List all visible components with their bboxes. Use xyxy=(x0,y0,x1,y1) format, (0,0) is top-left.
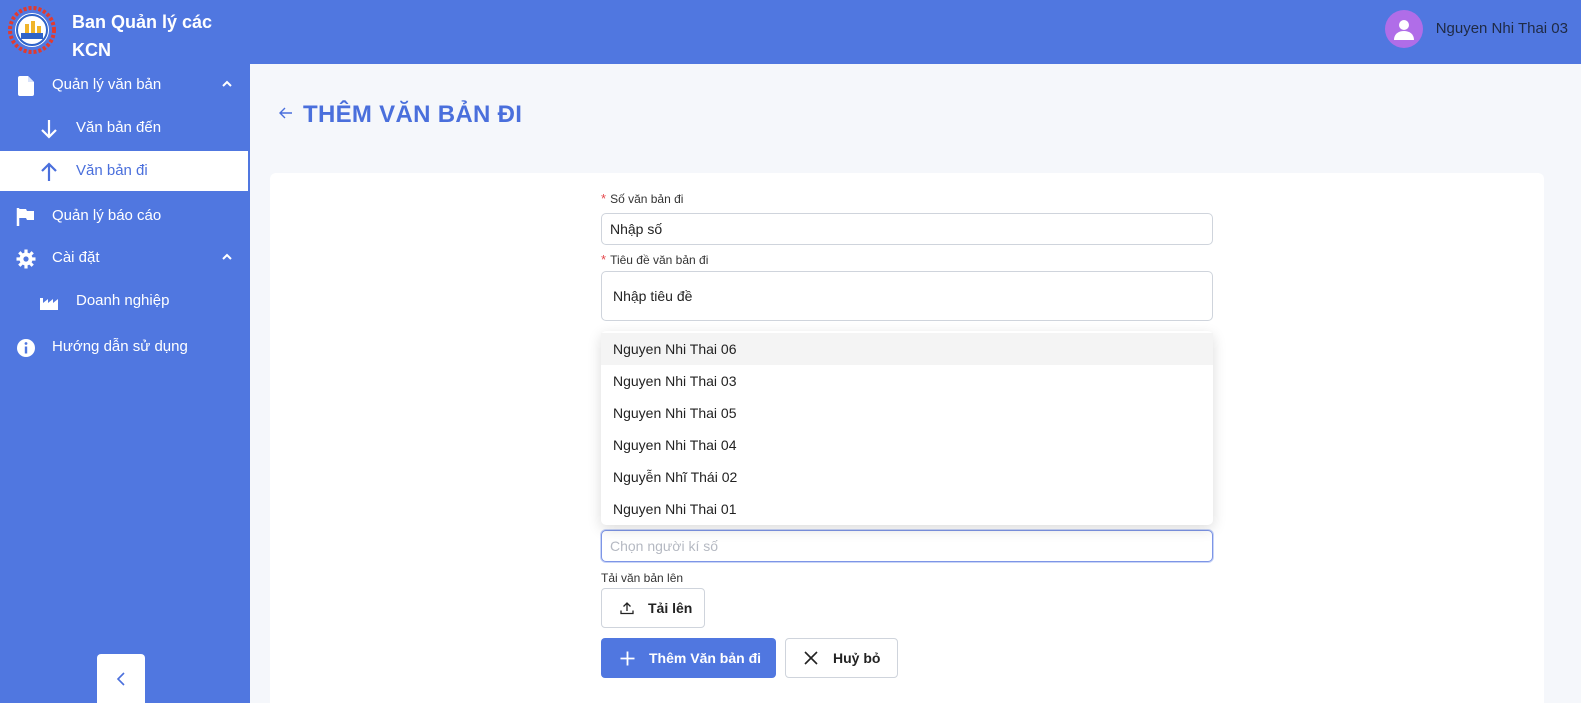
sidebar-item-user-guide[interactable]: Hướng dẫn sử dụng xyxy=(0,327,250,367)
sidebar-item-label: Doanh nghiệp xyxy=(76,292,170,309)
dropdown-option[interactable]: Nguyen Nhi Thai 03 xyxy=(601,365,1213,397)
number-input[interactable]: Nhập số xyxy=(601,213,1213,245)
number-label: * Số văn bản đi xyxy=(601,191,683,206)
signer-select[interactable]: Chọn người kí số xyxy=(601,530,1213,562)
cancel-button[interactable]: Huỷ bỏ xyxy=(785,638,898,678)
dropdown-option[interactable]: Nguyen Nhi Thai 05 xyxy=(601,397,1213,429)
sidebar-item-enterprise[interactable]: Doanh nghiệp xyxy=(0,281,250,321)
upload-button[interactable]: Tải lên xyxy=(601,588,705,628)
dropdown-option[interactable]: Nguyen Nhi Thai 01 xyxy=(601,493,1213,525)
user-name[interactable]: Nguyen Nhi Thai 03 xyxy=(1436,20,1568,37)
plus-icon xyxy=(620,651,635,665)
cancel-button-label: Huỷ bỏ xyxy=(833,650,881,666)
dropdown-option[interactable]: Nguyen Nhi Thai 06 xyxy=(601,333,1213,365)
upload-button-label: Tải lên xyxy=(648,600,693,616)
signer-placeholder: Chọn người kí số xyxy=(610,538,719,554)
arrow-up-icon xyxy=(38,161,60,183)
upload-label: Tải văn bản lên xyxy=(601,571,684,585)
factory-icon xyxy=(38,291,60,313)
document-icon xyxy=(15,75,37,97)
page-title: THÊM VĂN BẢN ĐI xyxy=(303,101,523,128)
brand: Ban Quản lý các KCN xyxy=(0,0,250,64)
sidebar-item-outgoing-documents[interactable]: Văn bản đi xyxy=(0,151,248,191)
sidebar-collapse-button[interactable] xyxy=(97,654,145,703)
sidebar: Ban Quản lý các KCN Quản lý văn bản Văn … xyxy=(0,0,250,703)
submit-button-label: Thêm Văn bản đi xyxy=(649,650,762,666)
signer-dropdown: Nguyen Nhi Thai 06 Nguyen Nhi Thai 03 Ng… xyxy=(601,331,1213,525)
avatar[interactable] xyxy=(1385,10,1423,48)
info-icon xyxy=(15,337,37,359)
flag-icon xyxy=(15,206,37,228)
dropdown-option[interactable]: Nguyễn Nhĩ Thái 02 xyxy=(601,461,1213,493)
sidebar-item-label: Hướng dẫn sử dụng xyxy=(52,338,188,355)
chevron-up-icon xyxy=(222,80,232,87)
logo-icon xyxy=(8,6,56,54)
gear-icon xyxy=(15,248,37,270)
add-outgoing-document-button[interactable]: Thêm Văn bản đi xyxy=(601,638,776,678)
back-arrow-icon[interactable] xyxy=(278,105,294,121)
sidebar-item-label: Cài đặt xyxy=(52,249,100,266)
title-input-value: Nhập tiêu đề xyxy=(613,288,693,304)
title-input[interactable]: Nhập tiêu đề xyxy=(601,271,1213,321)
sidebar-item-label: Văn bản đến xyxy=(76,119,162,136)
number-input-value: Nhập số xyxy=(610,221,663,237)
required-mark: * xyxy=(601,191,607,206)
sidebar-item-label: Quản lý văn bản xyxy=(52,76,162,93)
title-label: * Tiêu đề văn bản đi xyxy=(601,252,708,267)
sidebar-item-document-management[interactable]: Quản lý văn bản xyxy=(0,65,250,105)
sidebar-item-label: Văn bản đi xyxy=(76,162,148,179)
arrow-down-icon xyxy=(38,118,60,140)
dropdown-option[interactable]: Nguyen Nhi Thai 04 xyxy=(601,429,1213,461)
user-icon xyxy=(1394,20,1414,40)
brand-title: Ban Quản lý các KCN xyxy=(72,12,213,60)
title-label-text: Tiêu đề văn bản đi xyxy=(610,253,709,267)
sidebar-item-incoming-documents[interactable]: Văn bản đến xyxy=(0,108,250,148)
chevron-up-icon xyxy=(222,253,232,260)
sidebar-item-label: Quản lý báo cáo xyxy=(52,207,162,224)
chevron-left-icon xyxy=(116,672,125,686)
top-header: Nguyen Nhi Thai 03 xyxy=(250,0,1581,64)
sidebar-item-settings[interactable]: Cài đặt xyxy=(0,238,250,278)
required-mark: * xyxy=(601,252,607,267)
close-icon xyxy=(804,651,818,665)
upload-icon xyxy=(620,602,634,615)
number-label-text: Số văn bản đi xyxy=(610,192,684,206)
sidebar-item-report-management[interactable]: Quản lý báo cáo xyxy=(0,196,250,236)
